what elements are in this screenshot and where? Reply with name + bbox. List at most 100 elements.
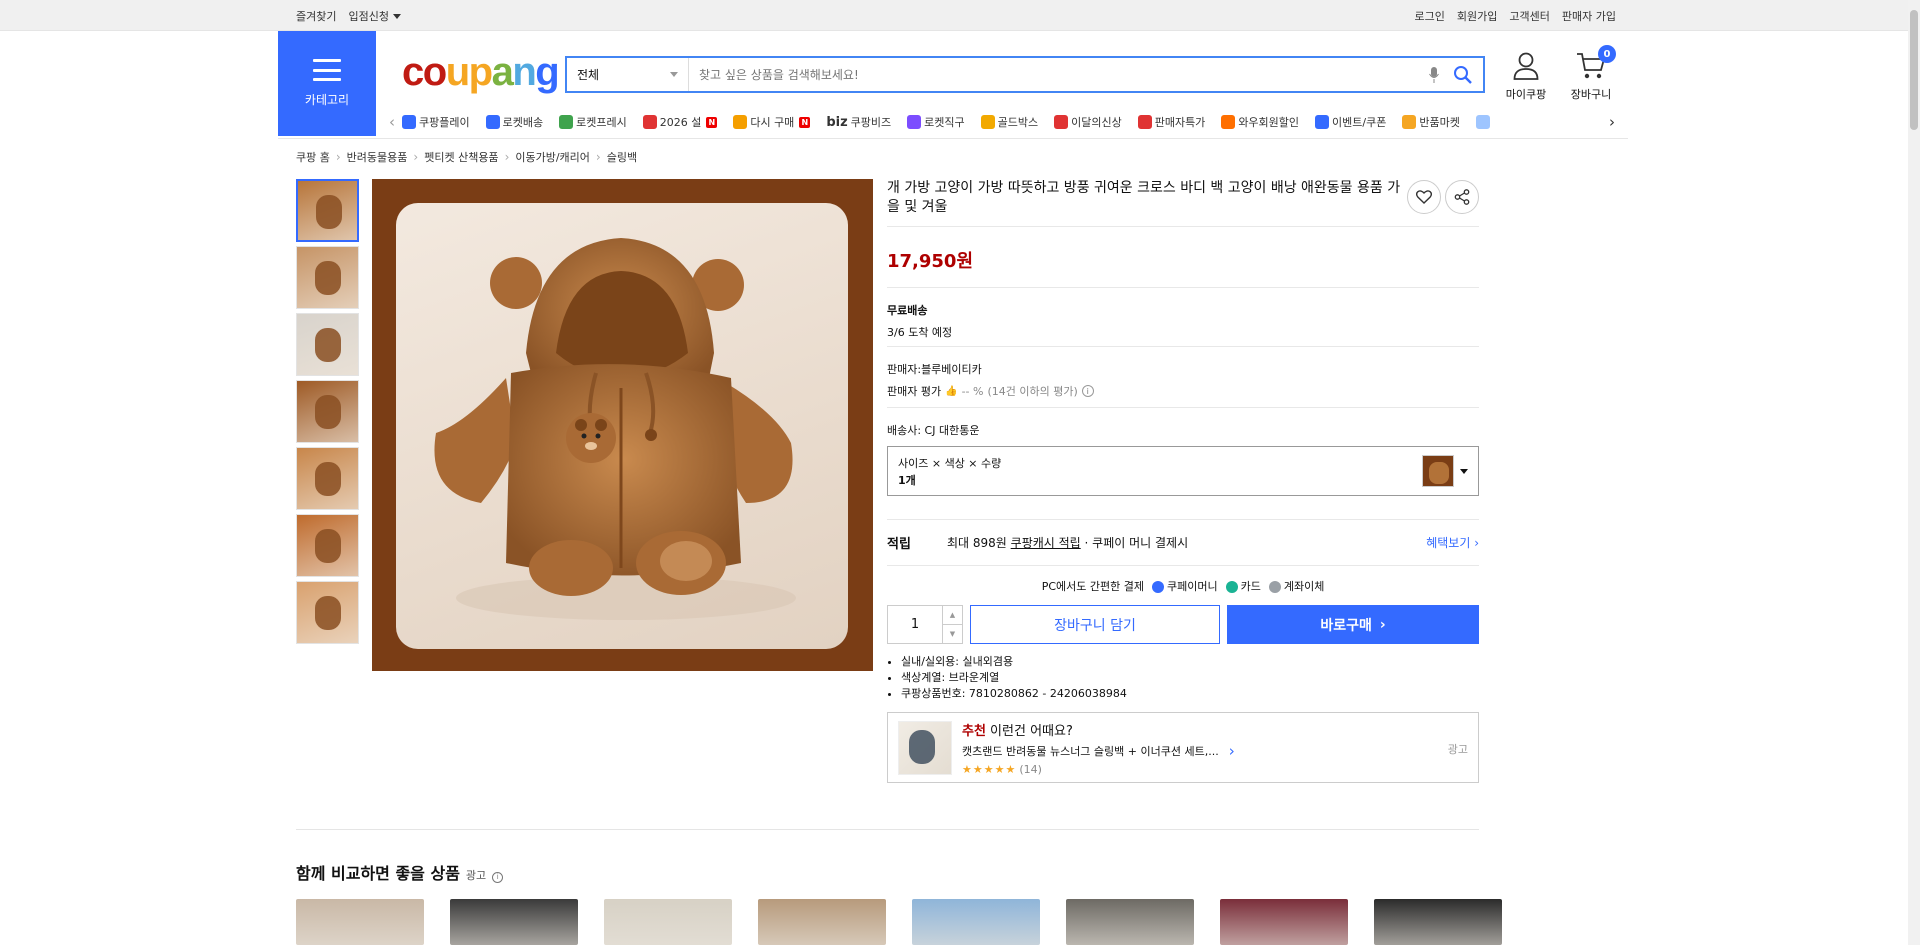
breadcrumb: 쿠팡 홈 › 반려동물용품 › 펫티켓 산책용품 › 이동가방/캐리어 › 슬링백 — [296, 149, 637, 165]
service-nav-item[interactable]: 쿠팡플레이 — [402, 114, 470, 130]
market-icon — [1402, 115, 1417, 129]
recommended-product-name[interactable]: 캣츠랜드 반려동물 뉴스너그 슬링백 + 이너쿠션 세트,... — [962, 743, 1219, 759]
service-nav-item[interactable]: biz 쿠팡비즈 — [826, 114, 891, 130]
thumbnail-item[interactable] — [296, 447, 359, 510]
compare-product-2[interactable] — [450, 899, 578, 945]
service-nav-item[interactable]: 반품마켓 — [1402, 114, 1460, 130]
compare-product-3[interactable] — [604, 899, 732, 945]
thumbnail-item[interactable] — [296, 246, 359, 309]
service-nav-item[interactable]: 판매자특가 — [1137, 114, 1205, 130]
logo-letter: o — [422, 50, 447, 94]
thumbnail-subject — [315, 261, 341, 295]
service-nav-item[interactable]: 로켓프레시 — [559, 114, 627, 130]
compare-product-5[interactable] — [912, 899, 1040, 945]
search-category-select[interactable]: 전체 — [567, 58, 689, 91]
compare-heading: 함께 비교하면 좋을 상품 — [296, 864, 460, 883]
payment-method-icon — [1225, 580, 1238, 593]
house-icon — [733, 115, 748, 129]
bookmark-link[interactable]: 즐겨찾기 — [296, 8, 336, 24]
benefits-link[interactable]: 혜택보기 › — [1426, 534, 1479, 551]
seller-apply-link[interactable]: 입점신청 — [348, 8, 401, 24]
recommendation-card[interactable]: 추천 이런건 어때요? 캣츠랜드 반려동물 뉴스너그 슬링백 + 이너쿠션 세트… — [887, 712, 1479, 783]
logo-letter: n — [512, 50, 536, 94]
signup-link[interactable]: 회원가입 — [1457, 8, 1497, 24]
service-nav-item[interactable]: 로켓직구 — [907, 114, 965, 130]
service-nav-item[interactable]: 다시 구매 N — [733, 114, 811, 130]
compare-product-4[interactable] — [758, 899, 886, 945]
breadcrumb-item[interactable]: 쿠팡 홈 — [296, 149, 330, 165]
compare-product-6[interactable] — [1066, 899, 1194, 945]
service-nav-item[interactable]: 골드박스 — [980, 114, 1038, 130]
seller-rating-note: (14건 이하의 평가) — [987, 385, 1078, 398]
breadcrumb-item[interactable]: 펫티켓 산책용품 — [424, 149, 498, 165]
teddy-bear-hoodie-bag-icon — [434, 238, 796, 620]
breadcrumb-separator-icon: › — [504, 150, 510, 164]
service-nav-item[interactable]: 로켓배송 — [485, 114, 544, 130]
option-value: 1개 — [898, 473, 916, 487]
breadcrumb-item[interactable]: 슬링백 — [607, 149, 637, 165]
compare-product-7[interactable] — [1220, 899, 1348, 945]
service-nav-label: 쿠팡플레이 — [419, 116, 470, 129]
recommend-title: 이런건 어때요? — [985, 723, 1073, 739]
caret-down-icon — [392, 14, 401, 19]
quantity-stepper[interactable]: 1 ▲ ▼ — [887, 605, 963, 644]
voice-search-icon[interactable] — [1429, 66, 1439, 83]
rating-stars: ★★★★★ — [962, 762, 1017, 776]
service-nav-item[interactable]: 이벤트/쿠폰 — [1315, 114, 1386, 130]
logo-letter: g — [535, 50, 559, 94]
nav-prev-icon[interactable]: ‹ — [382, 113, 402, 131]
quantity-increase-icon[interactable]: ▲ — [943, 606, 962, 625]
seller-signup-link[interactable]: 판매자 가입 — [1562, 8, 1616, 24]
buy-now-button[interactable]: 바로구매 › — [1227, 605, 1479, 644]
thumbnail-item[interactable] — [296, 380, 359, 443]
option-selector[interactable]: 사이즈 × 색상 × 수량 1개 — [887, 446, 1479, 496]
share-button[interactable] — [1445, 180, 1479, 214]
my-coupang-button[interactable]: 마이쿠팡 — [1504, 52, 1548, 102]
chevron-right-icon[interactable]: › — [1229, 742, 1235, 760]
thumbnail-item[interactable] — [296, 514, 359, 577]
service-nav-item[interactable]: 2026 설 N — [642, 114, 718, 130]
service-nav-label: 로켓배송 — [502, 116, 544, 129]
service-nav-item[interactable]: 와우회원할인 — [1221, 114, 1299, 130]
quantity-decrease-icon[interactable]: ▼ — [943, 625, 962, 643]
product-attributes: 실내/실외용: 실내외겸용색상계열: 브라운계열쿠팡상품번호: 78102808… — [887, 654, 1479, 702]
payment-method-label: 쿠페이머니 — [1166, 579, 1218, 593]
thumbnail-item[interactable] — [296, 179, 359, 242]
payment-method: 쿠페이머니 — [1151, 578, 1218, 594]
login-link[interactable]: 로그인 — [1415, 8, 1445, 24]
service-nav: ‹ 쿠팡플레이 로켓배송 로켓프레시 2026 설 N 다시 구매 N biz 쿠팡비즈 로켓직구… — [382, 110, 1622, 134]
quantity-value[interactable]: 1 — [888, 606, 942, 643]
option-label: 사이즈 × 색상 × 수량 — [898, 456, 1002, 470]
compare-product-8[interactable] — [1374, 899, 1502, 945]
thumbnail-subject — [315, 395, 341, 429]
add-to-cart-button[interactable]: 장바구니 담기 — [970, 605, 1220, 644]
breadcrumb-item[interactable]: 반려동물용품 — [347, 149, 408, 165]
customer-center-link[interactable]: 고객센터 — [1509, 8, 1549, 24]
service-nav-item[interactable]: 이달의신상 — [1054, 114, 1122, 130]
scrollbar-thumb[interactable] — [1910, 10, 1918, 130]
info-icon[interactable]: i — [1081, 385, 1094, 397]
biz-icon: biz — [826, 114, 848, 130]
product-photo-backdrop — [396, 203, 848, 649]
compare-product-1[interactable] — [296, 899, 424, 945]
coupang-cash-link[interactable]: 쿠팡캐시 적립 — [1011, 534, 1081, 551]
percent-icon — [1137, 115, 1152, 129]
thumbnail-subject — [315, 529, 341, 563]
thumbnail-item[interactable] — [296, 581, 359, 644]
nav-next-icon[interactable]: › — [1602, 113, 1622, 131]
main-product-image[interactable] — [372, 179, 873, 671]
product-price: 17,950원 — [887, 251, 974, 272]
reward-text-post: · 쿠페이 머니 결제시 — [1080, 536, 1189, 550]
page-scrollbar[interactable] — [1908, 0, 1920, 945]
favorite-button[interactable] — [1407, 180, 1441, 214]
service-nav-item[interactable] — [1475, 114, 1493, 130]
search-input[interactable] — [689, 58, 1429, 91]
product-info-panel: 개 가방 고양이 가방 따뜻하고 방풍 귀여운 크로스 바디 백 고양이 배낭 … — [887, 179, 1479, 783]
category-menu-button[interactable]: 카테고리 — [278, 31, 376, 136]
cart-button[interactable]: 0 장바구니 — [1565, 45, 1617, 102]
coupang-logo[interactable]: coupang — [402, 50, 560, 95]
thumbnail-item[interactable] — [296, 313, 359, 376]
info-icon[interactable]: i — [492, 871, 504, 883]
search-icon[interactable] — [1453, 65, 1473, 85]
breadcrumb-item[interactable]: 이동가방/캐리어 — [515, 149, 590, 165]
